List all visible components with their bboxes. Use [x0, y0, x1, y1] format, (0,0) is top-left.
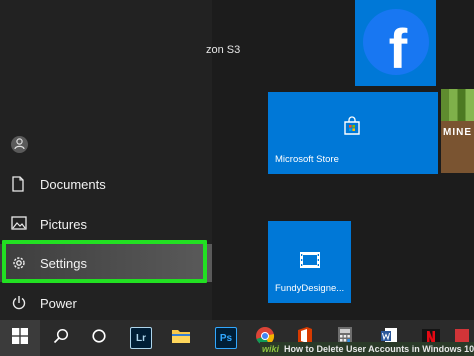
microsoft-store-tile[interactable]: Microsoft Store [268, 92, 438, 174]
documents-label: Documents [40, 176, 106, 192]
facebook-icon: f [363, 9, 429, 80]
file-explorer-button[interactable] [162, 320, 200, 356]
minecraft-tile[interactable]: MINE [441, 89, 474, 173]
wikihow-logo: wiki [262, 344, 280, 354]
lightroom-button[interactable]: Lr [122, 320, 160, 356]
minecraft-label: MINE [443, 127, 472, 138]
power-label: Power [40, 295, 77, 311]
document-icon [11, 176, 27, 192]
photoshop-button[interactable]: Ps [207, 320, 245, 356]
windows-logo-icon [12, 327, 28, 349]
start-button[interactable] [0, 320, 40, 356]
microsoft-store-label: Microsoft Store [275, 154, 339, 165]
search-button[interactable] [42, 320, 80, 356]
facebook-tile[interactable]: f [355, 0, 436, 86]
power-icon [11, 295, 27, 311]
task-view-button[interactable] [80, 320, 118, 356]
caption-text: How to Delete User Accounts in Windows 1… [284, 344, 474, 354]
wikihow-caption-bar: wiki How to Delete User Accounts in Wind… [260, 342, 474, 356]
start-item-power[interactable]: Power [0, 284, 212, 322]
settings-highlight-box [2, 240, 207, 283]
fundy-designer-label: FundyDesigne... [275, 283, 345, 294]
pictures-label: Pictures [40, 216, 87, 232]
start-item-documents[interactable]: Documents [0, 165, 212, 203]
folder-icon [171, 328, 191, 349]
store-bag-icon [342, 116, 362, 141]
user-avatar-icon[interactable] [11, 136, 28, 153]
film-icon [299, 251, 321, 274]
lightroom-icon: Lr [130, 327, 152, 349]
app-list-partial-text: zon S3 [206, 44, 241, 56]
photoshop-icon: Ps [215, 327, 237, 349]
pictures-icon [11, 216, 27, 232]
fundy-designer-tile[interactable]: FundyDesigne... [268, 221, 351, 303]
task-view-circle-icon [91, 328, 107, 349]
search-icon [53, 328, 69, 349]
start-item-pictures[interactable]: Pictures [0, 205, 212, 243]
minecraft-grass-icon [441, 89, 474, 121]
